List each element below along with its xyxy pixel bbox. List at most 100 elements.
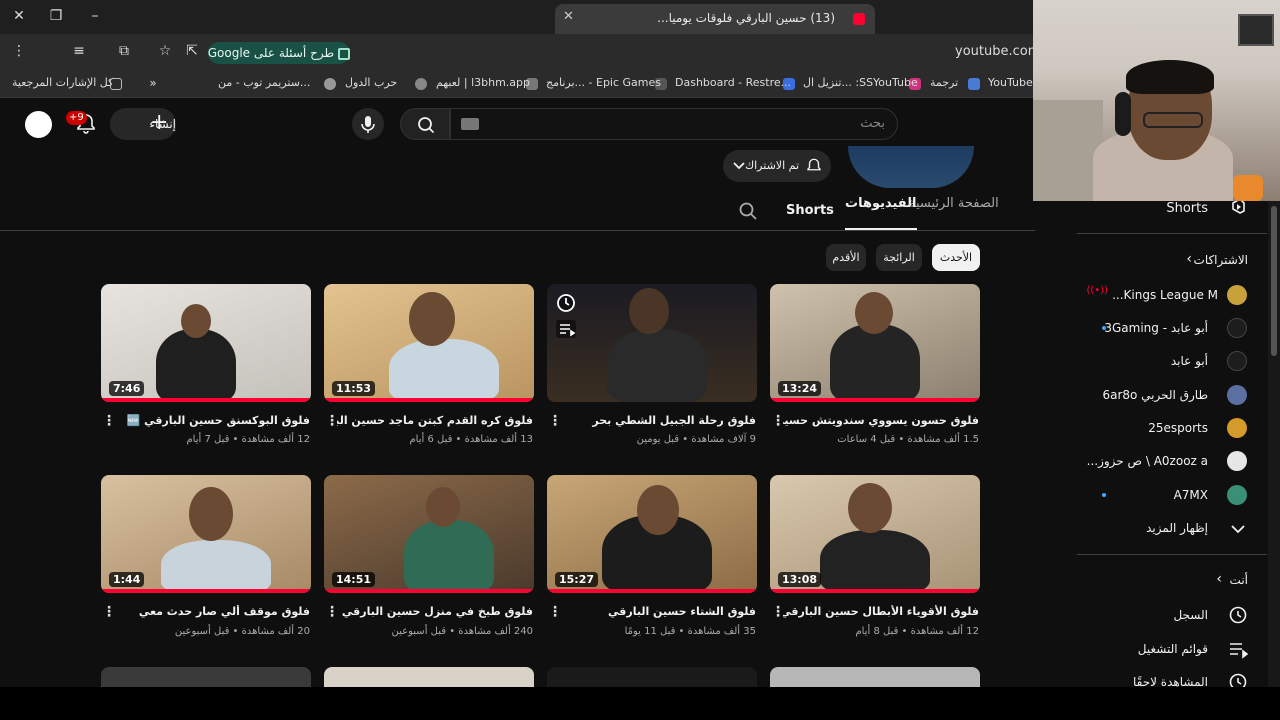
sidebar-sub-item[interactable]: أبو عابد - 3Gaming <box>1104 321 1208 335</box>
install-app-icon[interactable]: ⇱ <box>181 41 203 63</box>
close-window-icon[interactable]: ✕ <box>8 6 30 28</box>
channel-avatar-icon <box>1227 418 1247 438</box>
bookmark-item[interactable]: حرب الدول <box>345 76 397 89</box>
bookmark-favicon-icon <box>324 78 336 90</box>
add-to-queue-icon[interactable] <box>556 320 576 338</box>
video-menu-icon[interactable]: ⋮ <box>548 413 562 429</box>
bookmark-item[interactable]: ترجمة <box>930 76 958 89</box>
chip-latest[interactable]: الأحدث <box>932 244 980 271</box>
sidebar-sub-item[interactable]: 25esports <box>1148 421 1208 435</box>
channel-avatar[interactable] <box>848 146 974 188</box>
video-menu-icon[interactable]: ⋮ <box>325 604 339 620</box>
duration-badge: 15:27 <box>555 572 599 587</box>
tab-home[interactable]: الصفحة الرئيسية <box>909 196 999 230</box>
sidebar-sub-item[interactable]: Kings League M... <box>1112 288 1218 302</box>
video-thumbnail[interactable]: 13:24 <box>770 284 980 402</box>
video-thumbnail[interactable]: 1:44 <box>101 475 311 593</box>
keyboard-icon[interactable] <box>461 118 479 130</box>
channel-search-icon[interactable] <box>738 201 758 221</box>
thumb-figure <box>830 324 920 402</box>
chip-oldest[interactable]: الأقدم <box>826 244 866 271</box>
tabs-divider <box>0 230 1035 231</box>
you-heading[interactable]: أنت <box>1230 573 1248 587</box>
video-thumbnail[interactable]: 11:53 <box>324 284 534 402</box>
minimize-window-icon[interactable]: – <box>84 6 106 28</box>
menu-dots-icon[interactable]: ⋮ <box>8 41 30 63</box>
tab-videos[interactable]: الفيديوهات <box>845 196 917 230</box>
bookmark-item[interactable]: YouTube <box>988 76 1033 89</box>
video-menu-icon[interactable]: ⋮ <box>771 604 785 620</box>
video-menu-icon[interactable]: ⋮ <box>548 604 562 620</box>
sidebar-sub-item[interactable]: أبو عابد <box>1171 354 1208 368</box>
video-title[interactable]: فلوق طبخ في منزل حسين البارقي <box>337 605 533 618</box>
video-title[interactable]: فلوق رحلة الجبيل الشطي بحر <box>560 414 756 427</box>
video-thumbnail[interactable] <box>547 667 757 687</box>
create-button[interactable]: إنشاء + <box>110 108 176 140</box>
bookmark-item[interactable]: Dashboard - Restre... <box>675 76 791 89</box>
sidebar-item-playlists[interactable]: قوائم التشغيل <box>1138 642 1208 656</box>
notification-count-badge: +9 <box>66 111 87 125</box>
browser-tab-active[interactable]: (13) حسين البارقي فلوقات يوميا... ✕ <box>555 4 875 34</box>
thumb-figure <box>156 329 236 402</box>
video-title[interactable]: فلوق حسون يسووي سندويتش حسين البارقي <box>783 414 979 427</box>
url-field[interactable]: youtube.com/ <box>955 44 1045 59</box>
search-input[interactable]: بحث <box>450 108 898 140</box>
voice-search-button[interactable] <box>352 108 384 140</box>
video-thumbnail[interactable]: 13:08 <box>770 475 980 593</box>
subscribed-button[interactable]: تم الاشتراك <box>723 150 831 182</box>
video-title[interactable]: فلوق كره القدم كبتن ماجد حسين البارقي <box>337 414 533 427</box>
video-title[interactable]: فلوق موقف ألي صار حدث معي <box>114 605 310 618</box>
bookmark-star-icon[interactable]: ☆ <box>154 41 176 63</box>
restore-window-icon[interactable]: ❐ <box>45 6 67 28</box>
duration-badge: 13:24 <box>778 381 822 396</box>
search-icon <box>418 117 435 134</box>
sidebar-sub-item[interactable]: طارق الحربي 6ar8o <box>1102 388 1208 402</box>
bookmark-item[interactable]: لعبهم | l3bhm.app <box>436 76 530 89</box>
video-title[interactable]: فلوق البوكسنق حسين البارقي 🆕 <box>114 414 310 427</box>
all-bookmarks[interactable]: كل الإشارات المرجعية <box>12 76 113 89</box>
bell-icon <box>807 158 821 171</box>
video-title[interactable]: فلوق الأقوياء الأبطال حسين البارقي 🆕 <box>783 605 979 618</box>
video-meta: 9 آلاف مشاهدة • قبل يومين <box>636 434 756 445</box>
address-bar: ⋮ N ≡ ⧉ ☆ ⇱ <box>0 34 1035 96</box>
video-thumbnail[interactable] <box>547 284 757 402</box>
video-title[interactable]: فلوق الشتاء حسين البارقي <box>560 605 756 618</box>
folder-icon <box>110 78 122 90</box>
subscriptions-heading[interactable]: الاشتراكات <box>1194 253 1248 267</box>
video-thumbnail[interactable]: 14:51 <box>324 475 534 593</box>
video-menu-icon[interactable]: ⋮ <box>102 604 116 620</box>
new-content-dot <box>1102 493 1106 497</box>
video-thumbnail[interactable]: 7:46 <box>101 284 311 402</box>
video-thumbnail[interactable] <box>324 667 534 687</box>
sidebar-sub-item[interactable]: A7MX <box>1174 488 1208 502</box>
video-menu-icon[interactable]: ⋮ <box>771 413 785 429</box>
bookmark-item[interactable]: برنامج... - Epic Games <box>546 76 661 89</box>
account-avatar[interactable] <box>25 111 52 138</box>
browser-tab-bar: ✕ ❐ – + (13) حسين البارقي فلوقات يوميا..… <box>0 0 1035 34</box>
sidebar-scroll-thumb[interactable] <box>1271 206 1277 356</box>
tab-shorts[interactable]: Shorts <box>786 203 834 237</box>
chip-popular[interactable]: الرائجة <box>876 244 922 271</box>
video-meta: 20 ألف مشاهدة • قبل أسبوعين <box>174 626 310 637</box>
thumb-face <box>426 487 460 527</box>
bottom-black-bar <box>0 687 1280 720</box>
show-more-button[interactable]: إظهار المزيد <box>1146 521 1208 535</box>
bookmark-item[interactable]: تنزيل ال... :SSYouTube <box>803 76 918 89</box>
extensions-icon[interactable]: ⧉ <box>113 41 135 63</box>
more-bookmarks-chevron-icon[interactable]: » <box>142 73 164 95</box>
video-thumbnail[interactable] <box>770 667 980 687</box>
sidebar-sub-item[interactable]: A0zooz a \ ص حزوز... <box>1087 454 1208 468</box>
video-thumbnail[interactable] <box>101 667 311 687</box>
close-tab-icon[interactable]: ✕ <box>563 9 574 24</box>
watch-later-icon[interactable] <box>556 293 576 313</box>
sidebar-item-shorts[interactable]: Shorts <box>1166 201 1208 216</box>
watch-progress-bar <box>101 398 311 402</box>
video-menu-icon[interactable]: ⋮ <box>325 413 339 429</box>
sidebar-item-history[interactable]: السجل <box>1173 608 1208 622</box>
media-control-icon[interactable]: ≡ <box>68 41 90 63</box>
ask-google-chip[interactable]: طرح أسئلة على Google <box>208 42 350 64</box>
search-button[interactable] <box>400 108 450 140</box>
video-thumbnail[interactable]: 15:27 <box>547 475 757 593</box>
video-menu-icon[interactable]: ⋮ <box>102 413 116 429</box>
bookmark-item[interactable]: ستريمر توب - من... <box>218 76 310 89</box>
